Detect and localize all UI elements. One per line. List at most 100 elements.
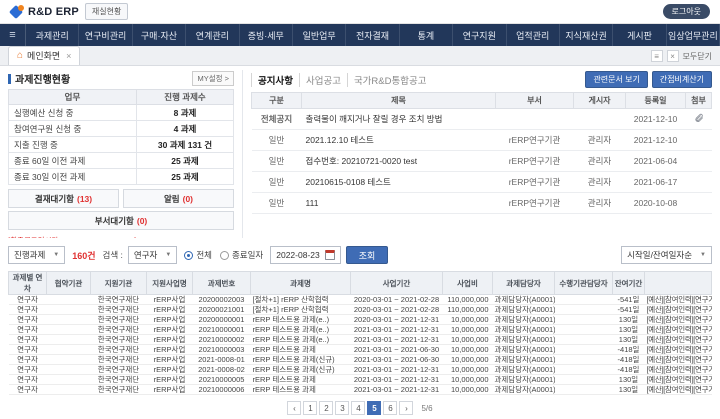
overhead-calculator-button[interactable]: 간접비계산기 xyxy=(652,71,712,88)
project-remaining-days[interactable]: -541일 xyxy=(613,295,645,305)
notice-title-link[interactable]: 출력물이 깨지거나 잘릴 경우 조치 방법 xyxy=(302,109,496,130)
nav-item[interactable]: 구매·자산 xyxy=(133,24,186,46)
project-remaining-days[interactable]: 130일 xyxy=(613,315,645,325)
calendar-icon[interactable] xyxy=(325,250,335,260)
notice-title-link[interactable]: 111 xyxy=(302,193,496,214)
page-button[interactable]: 6 xyxy=(383,401,397,415)
project-quick-links[interactable]: [예산][참여인력][연구기자재] xyxy=(645,315,712,325)
page-button[interactable]: 2 xyxy=(319,401,333,415)
project-number-link[interactable]: 20200002003 xyxy=(193,295,251,305)
progress-task-count[interactable]: 4 과제 xyxy=(137,121,234,137)
page-button[interactable]: 3 xyxy=(335,401,349,415)
project-name-link[interactable]: rERP 테스트용 과제(e..) xyxy=(251,325,351,335)
progress-task-count[interactable]: 30 과제 131 건 xyxy=(137,137,234,153)
menu-hamburger-icon[interactable]: ≡ xyxy=(0,24,26,46)
project-remaining-days[interactable]: 130일 xyxy=(613,385,645,395)
notice-title-link[interactable]: 2021.12.10 테스트 xyxy=(302,130,496,151)
project-quick-links[interactable]: [예산][참여인력][연구기자재] xyxy=(645,305,712,315)
project-quick-links[interactable]: [예산][참여인력][연구기자재] xyxy=(645,295,712,305)
project-quick-links[interactable]: [예산][참여인력][연구기자재] xyxy=(645,375,712,385)
project-name-link[interactable]: rERP 테스트용 과제(e..) xyxy=(251,315,351,325)
search-button[interactable]: 조회 xyxy=(346,246,389,264)
project-name-link[interactable]: [절차+1] rERP 산학협력 xyxy=(251,305,351,315)
progress-row[interactable]: 종료 60일 이전 과제 25 과제 xyxy=(9,153,234,169)
nav-item[interactable]: 전자결재 xyxy=(346,24,399,46)
alarm-box[interactable]: 알림 (0) xyxy=(123,189,234,208)
project-number-link[interactable]: 20210000003 xyxy=(193,345,251,355)
project-remaining-days[interactable]: 130일 xyxy=(613,335,645,345)
tab-close-icon[interactable]: × xyxy=(66,51,71,61)
nav-item[interactable]: 연구지원 xyxy=(453,24,506,46)
search-field-select[interactable]: 연구자▼ xyxy=(128,246,177,264)
page-button[interactable]: 4 xyxy=(351,401,365,415)
tab-list-icon[interactable]: ≡ xyxy=(651,50,663,62)
project-name-link[interactable]: rERP 테스트용 과제(신규) xyxy=(251,365,351,375)
sort-order-select[interactable]: 시작일/잔여일자순▼ xyxy=(621,246,712,264)
project-name-link[interactable]: [절차+1] rERP 산학협력 xyxy=(251,295,351,305)
date-input[interactable]: 2022-08-23 xyxy=(270,246,340,264)
approval-waiting-box[interactable]: 결재대기함 (13) xyxy=(8,189,119,208)
my-setting-button[interactable]: MY설정 > xyxy=(192,71,234,86)
related-docs-button[interactable]: 관련문서 보기 xyxy=(585,71,647,88)
progress-row[interactable]: 지출 진행 중 30 과제 131 건 xyxy=(9,137,234,153)
radio-option[interactable]: 종료일자 xyxy=(220,249,263,261)
project-number-link[interactable]: 20210000005 xyxy=(193,375,251,385)
tab-main-screen[interactable]: ⌂ 메인화면 × xyxy=(8,46,80,65)
project-name-link[interactable]: rERP 테스트용 과제(신규) xyxy=(251,355,351,365)
page-button[interactable]: 1 xyxy=(303,401,317,415)
project-name-link[interactable]: rERP 테스트용 과제(e..) xyxy=(251,335,351,345)
nav-item[interactable]: 지식재산권 xyxy=(560,24,613,46)
project-quick-links[interactable]: [예산][참여인력][연구기자재] xyxy=(645,325,712,335)
nav-item[interactable]: 일반업무 xyxy=(293,24,346,46)
project-remaining-days[interactable]: -418일 xyxy=(613,365,645,375)
project-quick-links[interactable]: [예산][참여인력][연구기자재] xyxy=(645,365,712,375)
notice-tab[interactable]: 공지사항 xyxy=(251,73,299,87)
project-number-link[interactable]: 20210000001 xyxy=(193,325,251,335)
notice-title-link[interactable]: 접수번호: 20210721-0020 test xyxy=(302,151,496,172)
nav-item[interactable]: 연구비관리 xyxy=(79,24,132,46)
attendance-button[interactable]: 재실현황 xyxy=(85,3,128,20)
nav-item[interactable]: 과제관리 xyxy=(26,24,79,46)
nav-item[interactable]: 업적관리 xyxy=(507,24,560,46)
page-button[interactable]: 5 xyxy=(367,401,381,415)
nav-item[interactable]: 증빙·세무 xyxy=(240,24,293,46)
nav-item[interactable]: 연계관리 xyxy=(186,24,239,46)
project-number-link[interactable]: 2021-0008-01 xyxy=(193,355,251,365)
logout-button[interactable]: 로그아웃 xyxy=(663,4,710,19)
project-name-link[interactable]: rERP 테스트용 과제 xyxy=(251,345,351,355)
progress-row[interactable]: 종료 30일 이전 과제 25 과제 xyxy=(9,169,234,185)
progress-row[interactable]: 실행예산 신청 중 8 과제 xyxy=(9,105,234,121)
radio-icon[interactable] xyxy=(184,251,193,260)
progress-row[interactable]: 참여연구원 신청 중 4 과제 xyxy=(9,121,234,137)
project-quick-links[interactable]: [예산][참여인력][연구기자재] xyxy=(645,355,712,365)
project-quick-links[interactable]: [예산][참여인력][연구기자재] xyxy=(645,335,712,345)
project-quick-links[interactable]: [예산][참여인력][연구기자재] xyxy=(645,345,712,355)
progress-task-count[interactable]: 8 과제 xyxy=(137,105,234,121)
close-all-label[interactable]: 모두닫기 xyxy=(683,51,712,62)
project-quick-links[interactable]: [예산][참여인력][연구기자재] xyxy=(645,385,712,395)
next-page-button[interactable]: › xyxy=(399,401,413,415)
project-name-link[interactable]: rERP 테스트용 과제 xyxy=(251,375,351,385)
radio-option[interactable]: 전체 xyxy=(184,249,212,261)
project-number-link[interactable]: 20210000002 xyxy=(193,335,251,345)
prev-page-button[interactable]: ‹ xyxy=(287,401,301,415)
project-remaining-days[interactable]: 130일 xyxy=(613,375,645,385)
project-number-link[interactable]: 20210000006 xyxy=(193,385,251,395)
attachment-icon[interactable] xyxy=(694,115,704,125)
project-number-link[interactable]: 2021-0008-02 xyxy=(193,365,251,375)
progress-task-count[interactable]: 25 과제 xyxy=(137,153,234,169)
project-remaining-days[interactable]: -418일 xyxy=(613,355,645,365)
radio-icon[interactable] xyxy=(220,251,229,260)
project-remaining-days[interactable]: 130일 xyxy=(613,325,645,335)
project-number-link[interactable]: 20200000001 xyxy=(193,315,251,325)
project-remaining-days[interactable]: -418일 xyxy=(613,345,645,355)
progress-task-count[interactable]: 25 과제 xyxy=(137,169,234,185)
project-status-select[interactable]: 진행과제▼ xyxy=(8,246,65,264)
nav-item[interactable]: 통계 xyxy=(400,24,453,46)
notice-tab[interactable]: 사업공고 xyxy=(299,73,347,87)
nav-item[interactable]: 게시판 xyxy=(613,24,666,46)
nav-item[interactable]: 임상업무관리 xyxy=(667,24,720,46)
dept-waiting-box[interactable]: 부서대기함 (0) xyxy=(8,211,234,230)
notice-title-link[interactable]: 20210615-0108 테스트 xyxy=(302,172,496,193)
project-remaining-days[interactable]: -541일 xyxy=(613,305,645,315)
